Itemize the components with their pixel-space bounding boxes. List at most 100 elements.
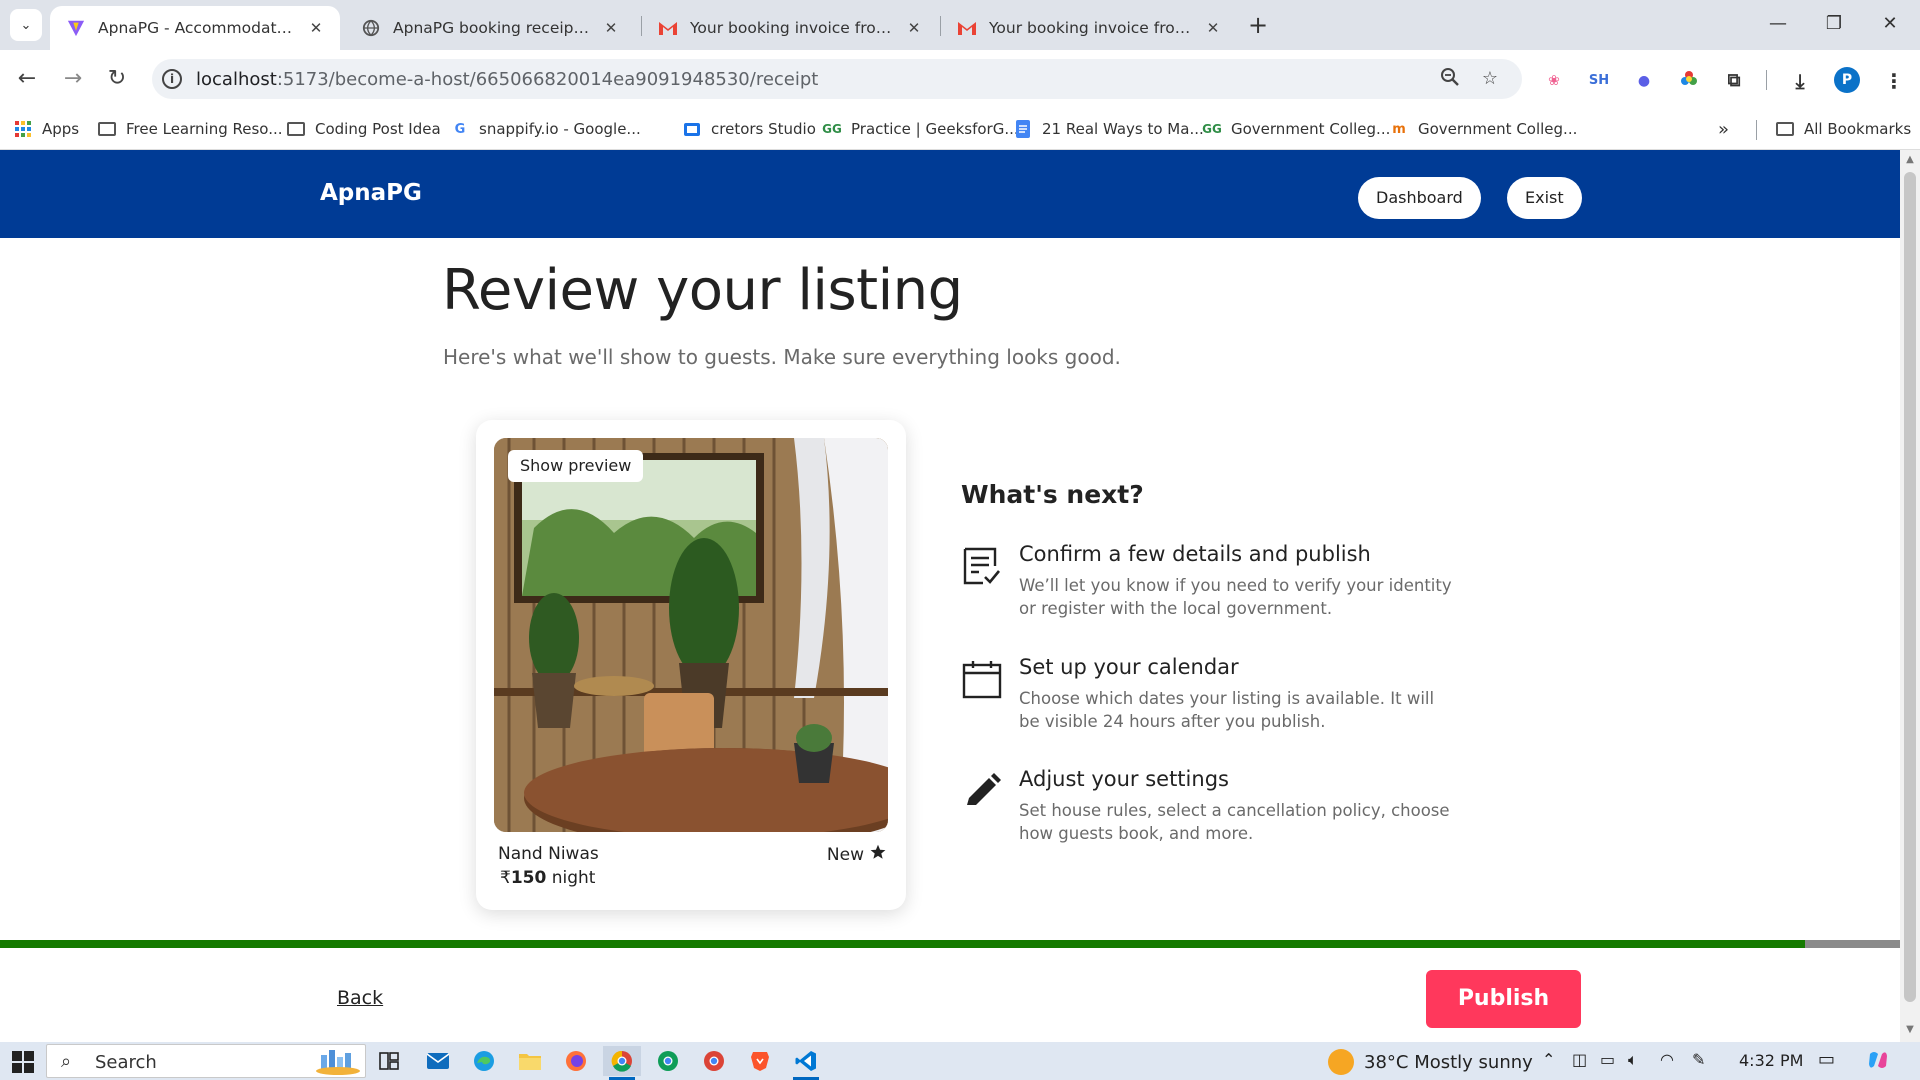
apps-grid-icon: [14, 121, 32, 137]
price-amount: 150: [510, 868, 547, 888]
close-icon[interactable]: ✕: [904, 19, 924, 37]
back-nav-button[interactable]: ←: [12, 64, 42, 94]
address-bar[interactable]: i localhost:5173/become-a-host/665066820…: [152, 59, 1522, 99]
star-icon[interactable]: ☆: [1478, 67, 1502, 91]
pen-icon[interactable]: ✎: [1692, 1050, 1705, 1069]
star-icon: [870, 844, 886, 865]
close-icon[interactable]: ✕: [306, 19, 326, 37]
chrome-icon[interactable]: [603, 1046, 641, 1080]
step-title: Set up your calendar: [1019, 655, 1239, 679]
file-explorer-icon[interactable]: [511, 1046, 549, 1076]
restore-button[interactable]: ❐: [1814, 8, 1854, 40]
scroll-down-icon[interactable]: ▼: [1904, 1024, 1916, 1035]
color-wheel-extension-icon[interactable]: [1677, 69, 1701, 93]
weather-widget[interactable]: 38°C Mostly sunny: [1328, 1049, 1533, 1075]
listing-card[interactable]: Show preview Nand Niwas New ₹150 night: [476, 420, 906, 910]
exist-button[interactable]: Exist: [1507, 177, 1582, 219]
more-vertical-icon[interactable]: ⋮: [1882, 69, 1906, 93]
brave-browser-icon[interactable]: [741, 1046, 779, 1076]
browser-tab-active[interactable]: ApnaPG - Accommodation Solu ✕: [50, 6, 340, 50]
currency-symbol: ₹: [500, 868, 511, 888]
minimize-icon: —: [1769, 13, 1787, 34]
whats-next-heading: What's next?: [961, 480, 1144, 509]
lotus-extension-icon[interactable]: ❀: [1542, 69, 1566, 93]
scrollbar-thumb[interactable]: [1904, 172, 1916, 1002]
firefox-icon[interactable]: [557, 1046, 595, 1076]
copilot-icon[interactable]: [1866, 1048, 1890, 1076]
chrome-profile-icon[interactable]: [649, 1046, 687, 1076]
folder-icon: [287, 121, 305, 137]
listing-photo[interactable]: Show preview: [494, 438, 888, 832]
info-icon[interactable]: i: [162, 69, 182, 89]
bookmark-label: Government Colleg...: [1418, 120, 1578, 138]
weather-text: 38°C Mostly sunny: [1364, 1051, 1533, 1073]
chrome-canary-icon[interactable]: [695, 1046, 733, 1076]
gmail-icon: [658, 18, 678, 38]
url-text[interactable]: localhost:5173/become-a-host/66506682001…: [196, 69, 818, 90]
bookmark-folder[interactable]: Coding Post Idea: [287, 116, 441, 142]
bookmarks-overflow-button[interactable]: »: [1718, 116, 1729, 142]
page-viewport: ApnaPG Dashboard Exist Review your listi…: [0, 150, 1900, 1042]
flame-extension-icon[interactable]: ●: [1632, 69, 1656, 93]
bookmark-divider: [1756, 120, 1757, 140]
taskbar-search-placeholder: Search: [95, 1052, 157, 1073]
listing-rating-badge: New: [827, 844, 886, 865]
tab-search-button[interactable]: ⌄: [10, 9, 42, 41]
notifications-icon[interactable]: ▭: [1818, 1049, 1835, 1070]
browser-tab[interactable]: Your booking invoice from Apn ✕: [642, 6, 938, 50]
bookmark-link[interactable]: GG Practice | GeeksforG...: [822, 116, 1019, 142]
close-icon[interactable]: ✕: [1203, 19, 1223, 37]
reload-button[interactable]: ↻: [102, 64, 132, 94]
page-scrollbar[interactable]: ▲ ▼: [1900, 150, 1920, 1042]
task-view-icon[interactable]: [370, 1046, 408, 1076]
folder-icon: [1776, 121, 1794, 137]
publish-button[interactable]: Publish: [1426, 970, 1581, 1028]
bookmark-link[interactable]: GG Government Colleg...: [1202, 116, 1390, 142]
chevron-down-icon: ⌄: [20, 17, 32, 33]
close-icon[interactable]: ✕: [601, 19, 621, 37]
bookmark-link[interactable]: cretors Studio: [683, 116, 816, 142]
bookmark-link[interactable]: 21 Real Ways to Ma...: [1014, 116, 1204, 142]
bookmark-link[interactable]: m Government Colleg...: [1390, 116, 1577, 142]
checklist-icon: [961, 546, 1003, 588]
meet-now-icon[interactable]: ◫: [1572, 1050, 1587, 1069]
browser-tab[interactable]: ApnaPG booking receipt.pdf ✕: [345, 6, 635, 50]
volume-icon[interactable]: 🔈︎: [1628, 1050, 1638, 1070]
vscode-icon[interactable]: [787, 1046, 825, 1080]
show-preview-button[interactable]: Show preview: [508, 450, 644, 482]
bookmarks-bar: Apps Free Learning Reso... Coding Post I…: [0, 108, 1920, 150]
windows-start-icon[interactable]: [12, 1051, 34, 1073]
forward-nav-button[interactable]: →: [58, 64, 88, 94]
app-logo[interactable]: ApnaPG: [320, 180, 422, 206]
minimize-button[interactable]: —: [1758, 8, 1798, 40]
back-button[interactable]: Back: [337, 987, 383, 1009]
taskbar-clock[interactable]: 4:32 PM: [1739, 1051, 1803, 1070]
bookmark-link[interactable]: G snappify.io - Google...: [451, 116, 641, 142]
close-window-button[interactable]: ✕: [1870, 8, 1910, 40]
all-bookmarks-button[interactable]: All Bookmarks: [1776, 116, 1911, 142]
mail-app-icon[interactable]: [419, 1046, 457, 1076]
new-badge-label: New: [826, 844, 864, 865]
chevron-up-icon[interactable]: ⌃: [1542, 1050, 1555, 1069]
step-title: Confirm a few details and publish: [1019, 542, 1371, 566]
progress-bar: [0, 940, 1900, 948]
profile-avatar[interactable]: P: [1834, 67, 1860, 93]
new-tab-button[interactable]: +: [1244, 12, 1272, 40]
bookmark-label: Practice | GeeksforG...: [851, 120, 1019, 138]
edge-browser-icon[interactable]: [465, 1046, 503, 1076]
restore-icon: ❐: [1825, 13, 1843, 34]
scroll-up-icon[interactable]: ▲: [1904, 154, 1916, 165]
bookmark-folder[interactable]: Free Learning Reso...: [98, 116, 283, 142]
sh-extension-icon[interactable]: SH: [1587, 69, 1611, 93]
arrow-left-icon: ←: [17, 66, 37, 91]
battery-icon[interactable]: ▭: [1600, 1050, 1615, 1069]
puzzle-extensions-icon[interactable]: ⧉: [1722, 69, 1746, 93]
bookmark-apps[interactable]: Apps: [14, 116, 79, 142]
zoom-icon[interactable]: [1438, 67, 1462, 91]
download-icon[interactable]: ⤓: [1788, 69, 1812, 93]
wifi-icon[interactable]: ◠: [1660, 1050, 1674, 1069]
dashboard-button[interactable]: Dashboard: [1358, 177, 1481, 219]
taskbar-search-box[interactable]: ⌕ Search: [46, 1044, 366, 1078]
browser-tab[interactable]: Your booking invoice from Apn ✕: [941, 6, 1237, 50]
arrow-right-icon: →: [63, 66, 83, 91]
